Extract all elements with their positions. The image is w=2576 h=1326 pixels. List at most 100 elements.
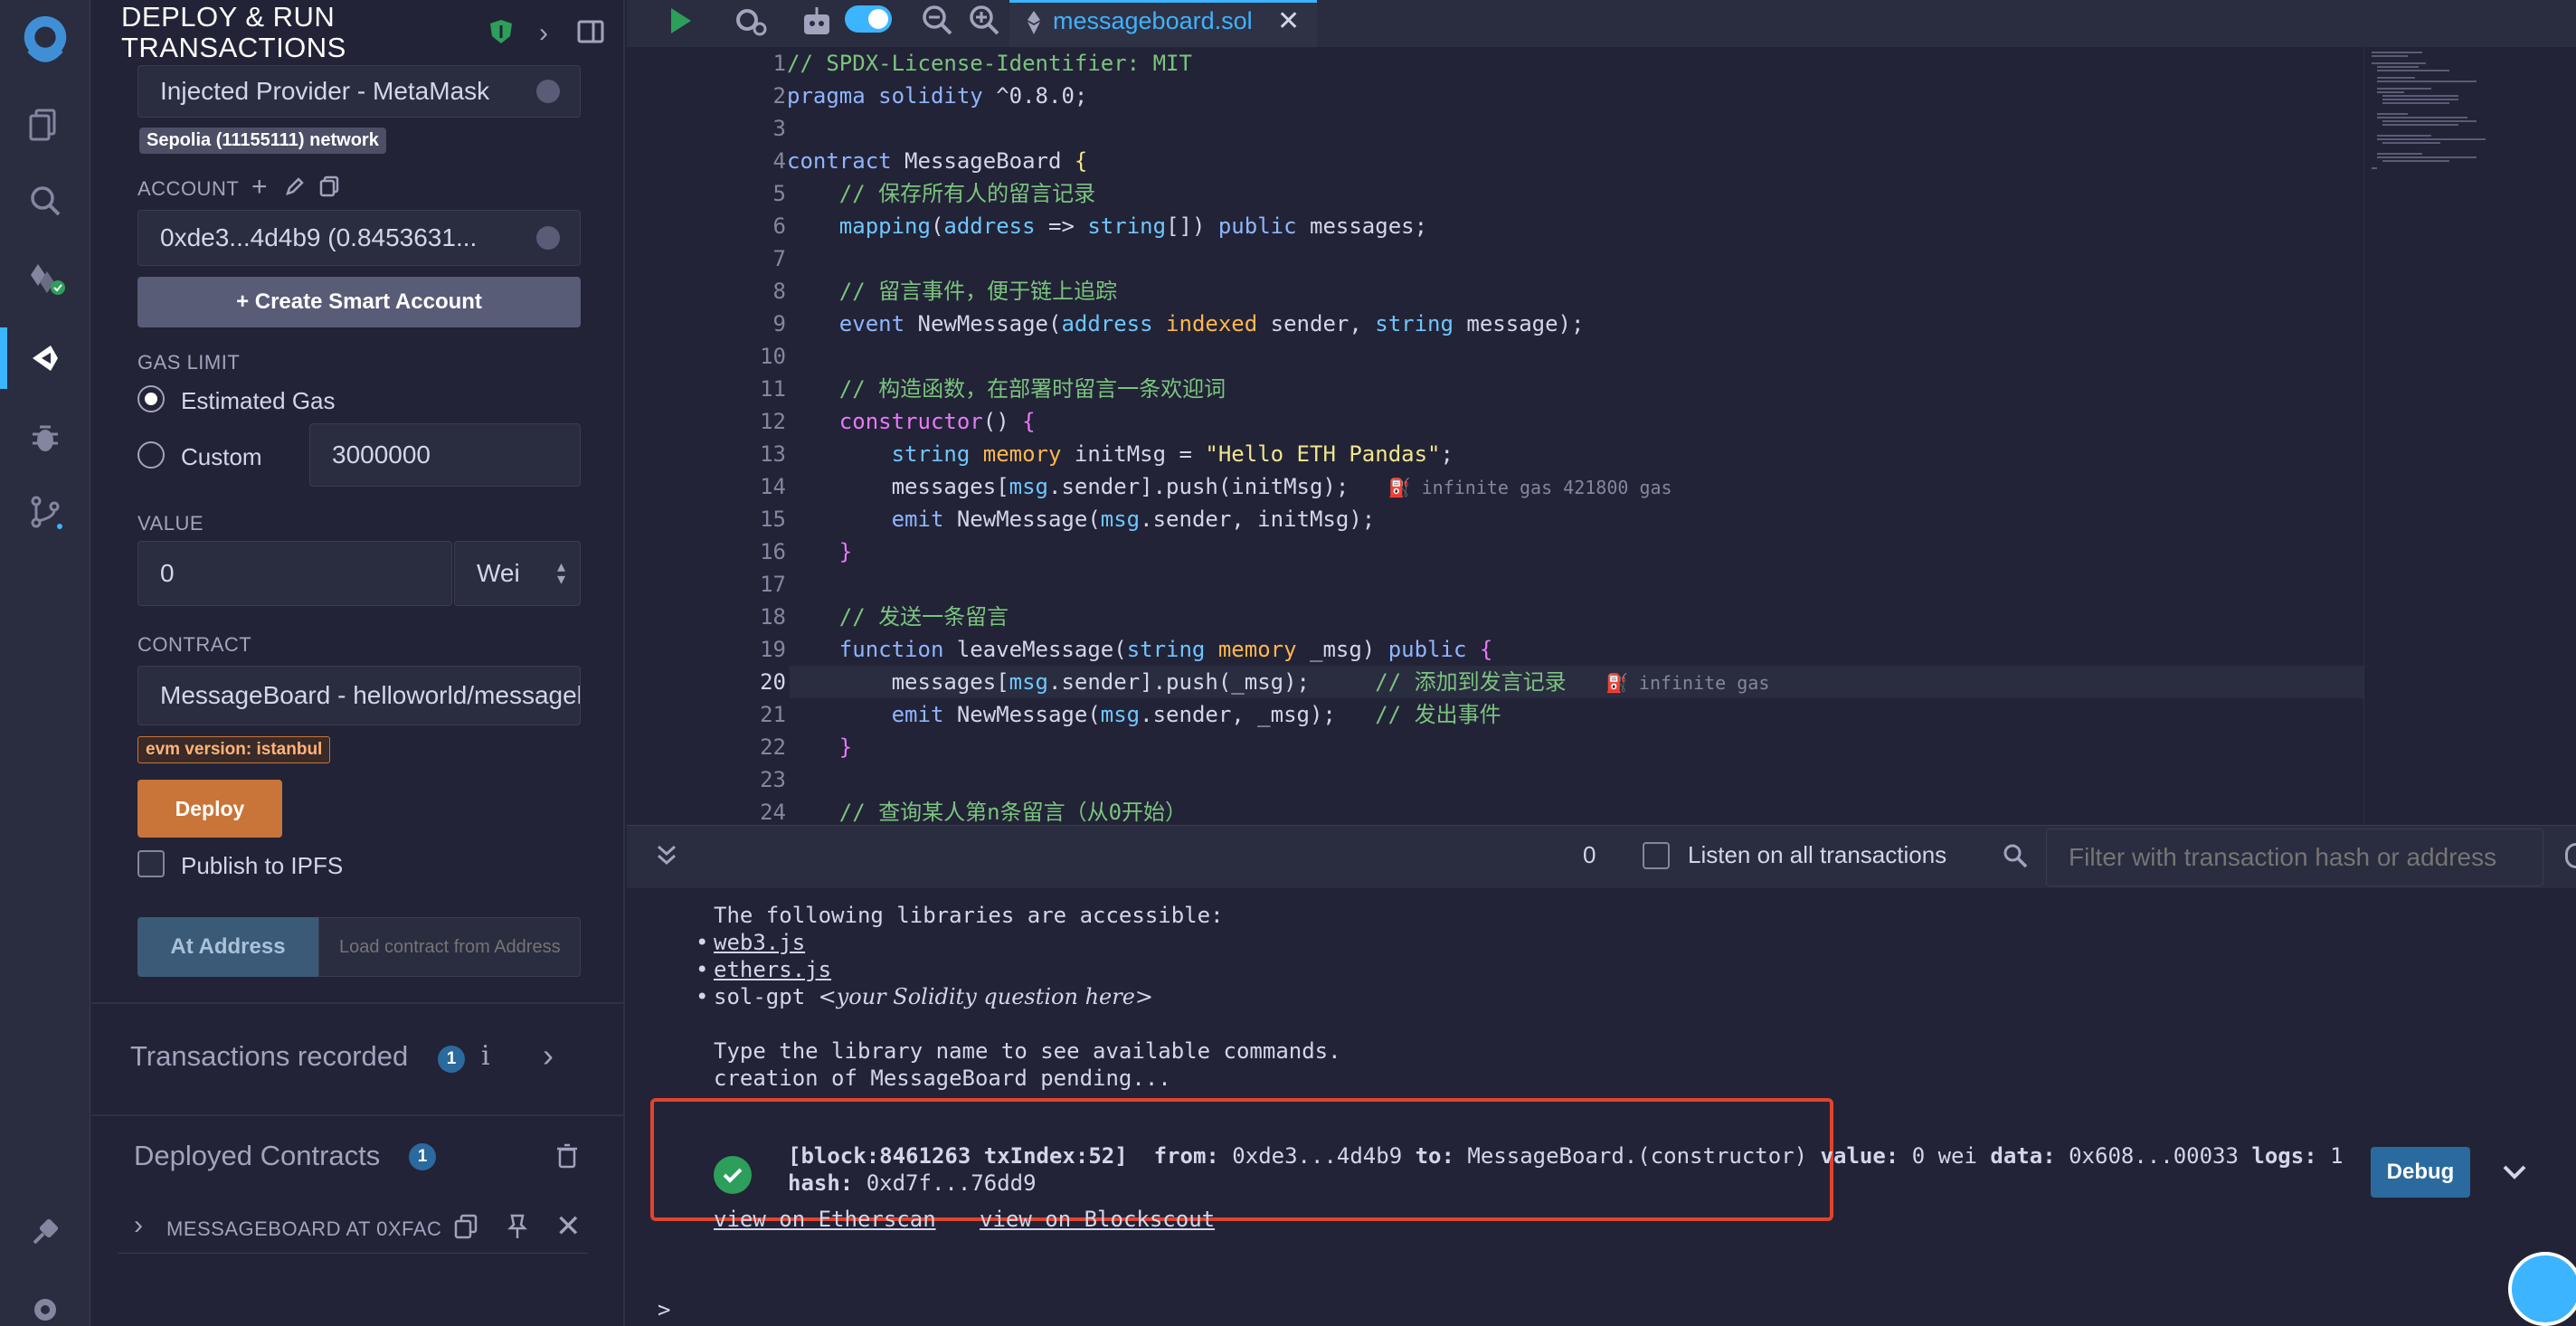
estimated-gas-radio[interactable] — [137, 385, 165, 412]
code-line: 18 // 发送一条留言 — [627, 601, 2363, 633]
load-contract-address-field[interactable] — [319, 918, 580, 976]
terminal-filter-input[interactable] — [2046, 829, 2543, 886]
line-number: 17 — [760, 572, 786, 597]
code-text: messages[msg.sender].push(_msg); // 添加到发… — [787, 669, 1770, 695]
chevron-down-icon[interactable] — [2499, 1156, 2530, 1191]
solidity-compiler-icon[interactable] — [18, 251, 72, 306]
close-tab-icon[interactable]: ✕ — [1277, 5, 1300, 37]
custom-gas-input[interactable]: 3000000 — [309, 423, 581, 487]
toggle-panel-icon[interactable] — [577, 20, 604, 48]
file-explorer-icon[interactable] — [18, 96, 72, 150]
remix-logo-icon[interactable] — [13, 7, 78, 72]
trash-icon[interactable] — [555, 1143, 579, 1173]
contract-select[interactable]: MessageBoard - helloworld/messageboard.s… — [137, 666, 581, 725]
tx-data: 0x608...00033 — [2069, 1143, 2239, 1169]
line-number: 4 — [772, 148, 786, 174]
at-address-button[interactable]: At Address — [137, 917, 318, 977]
collapse-terminal-icon[interactable] — [653, 841, 680, 873]
terminal-filter-field[interactable] — [2047, 829, 2543, 886]
deployed-contract-name: MESSAGEBOARD AT 0XFAC — [166, 1217, 442, 1240]
code-text: pragma solidity ^0.8.0; — [787, 83, 1088, 109]
account-select[interactable]: 0xde3...4d4b9 (0.8453631... — [137, 210, 581, 266]
create-smart-account-button[interactable]: + Create Smart Account — [137, 277, 581, 327]
gas-limit-label: GAS LIMIT — [137, 351, 241, 374]
value-input[interactable]: 0 — [137, 541, 452, 606]
type-hint: Type the library name to see available c… — [714, 1038, 1341, 1064]
web3-link[interactable]: web3.js — [714, 930, 805, 955]
listen-all-checkbox[interactable] — [1643, 842, 1670, 869]
code-line: 15 emit NewMessage(msg.sender, initMsg); — [627, 503, 2363, 535]
tx-from: 0xde3...4d4b9 — [1232, 1143, 1403, 1169]
shield-icon[interactable] — [488, 18, 514, 50]
code-line: 17 — [627, 568, 2363, 601]
compile-settings-icon[interactable] — [733, 4, 769, 44]
tx-hash-label: hash: — [788, 1170, 854, 1196]
line-number: 8 — [772, 279, 786, 304]
tx-data-label: data: — [1990, 1143, 2056, 1169]
remix-ai-assistant-icon[interactable] — [2508, 1252, 2576, 1326]
code-line: 21 emit NewMessage(msg.sender, _msg); //… — [627, 698, 2363, 731]
deploy-run-icon[interactable] — [18, 331, 72, 385]
value-unit-select[interactable]: Wei ▴ ▾ — [454, 541, 581, 606]
deploy-button[interactable]: Deploy — [137, 780, 282, 838]
chevron-right-icon[interactable]: › — [543, 1037, 554, 1075]
tab-filename: messageboard.sol — [1053, 7, 1253, 34]
copy-address-icon[interactable] — [454, 1214, 478, 1244]
line-number: 23 — [760, 767, 786, 792]
line-number: 13 — [760, 441, 786, 467]
terminal-output: The following libraries are accessible: … — [627, 888, 2576, 1326]
load-contract-input[interactable] — [318, 917, 581, 977]
contract-value: MessageBoard - helloworld/messageboard.s… — [160, 681, 580, 709]
environment-select[interactable]: Injected Provider - MetaMask — [137, 65, 581, 118]
code-line: 20 messages[msg.sender].push(_msg); // 添… — [627, 666, 2363, 698]
edit-icon[interactable] — [284, 175, 306, 202]
publish-ipfs-checkbox[interactable] — [137, 850, 165, 877]
code-text: mapping(address => string[]) public mess… — [838, 213, 1428, 239]
line-number: 19 — [760, 637, 786, 662]
terminal-prompt[interactable]: > — [658, 1297, 670, 1322]
code-minimap[interactable] — [2363, 47, 2576, 825]
code-text: string memory initMsg = "Hello ETH Panda… — [891, 441, 1454, 467]
code-line: 6 mapping(address => string[]) public me… — [627, 210, 2363, 242]
debugger-icon[interactable] — [18, 411, 72, 465]
settings-gear-icon[interactable] — [18, 1283, 72, 1326]
chevron-right-icon[interactable]: › — [539, 18, 548, 49]
tx-summary-line[interactable]: [block:8461263 txIndex:52] from: 0xde3..… — [788, 1143, 2344, 1169]
run-play-icon[interactable] — [668, 5, 695, 41]
info-icon[interactable]: i — [481, 1040, 490, 1072]
ethers-link[interactable]: ethers.js — [714, 957, 831, 982]
code-line: 10 — [627, 340, 2363, 373]
code-line: 4 contract MessageBoard { — [627, 145, 2363, 177]
ai-toggle[interactable] — [845, 5, 892, 33]
tx-hash: 0xd7f...76dd9 — [866, 1170, 1037, 1196]
git-icon[interactable] — [18, 485, 72, 539]
zoom-out-icon[interactable] — [921, 4, 953, 43]
panel-title-line1: DEPLOY & RUN — [121, 1, 336, 33]
code-text: // SPDX-License-Identifier: MIT — [787, 51, 1192, 76]
success-check-icon — [714, 1156, 752, 1194]
tx-hash-line: hash: 0xd7f...76dd9 — [788, 1170, 1037, 1196]
search-icon[interactable] — [18, 174, 72, 228]
code-editor[interactable]: 1// SPDX-License-Identifier: MIT 2 pragma … — [627, 47, 2363, 825]
debug-button[interactable]: Debug — [2371, 1147, 2470, 1198]
network-badge: Sepolia (11155111) network — [139, 128, 386, 154]
view-etherscan-link[interactable]: view on Etherscan — [714, 1207, 936, 1232]
ai-robot-icon[interactable] — [801, 4, 832, 44]
line-number: 6 — [772, 213, 786, 239]
custom-gas-radio[interactable] — [137, 441, 165, 469]
code-line: 9 event NewMessage(address indexed sende… — [627, 308, 2363, 340]
line-number: 11 — [760, 376, 786, 402]
add-account-icon[interactable]: + — [251, 172, 268, 203]
plugin-manager-icon[interactable] — [18, 1205, 72, 1259]
transactions-recorded-label: Transactions recorded — [130, 1040, 409, 1072]
zoom-in-icon[interactable] — [968, 4, 1000, 43]
copy-icon[interactable] — [318, 175, 340, 202]
code-text: // 保存所有人的留言记录 — [838, 181, 1096, 206]
view-blockscout-link[interactable]: view on Blockscout — [980, 1207, 1215, 1232]
line-number: 24 — [760, 800, 786, 825]
active-indicator — [0, 327, 7, 389]
pin-icon[interactable] — [507, 1214, 528, 1244]
line-number: 10 — [760, 344, 786, 369]
chevron-right-icon[interactable]: › — [134, 1210, 143, 1241]
close-icon[interactable]: ✕ — [555, 1208, 582, 1245]
